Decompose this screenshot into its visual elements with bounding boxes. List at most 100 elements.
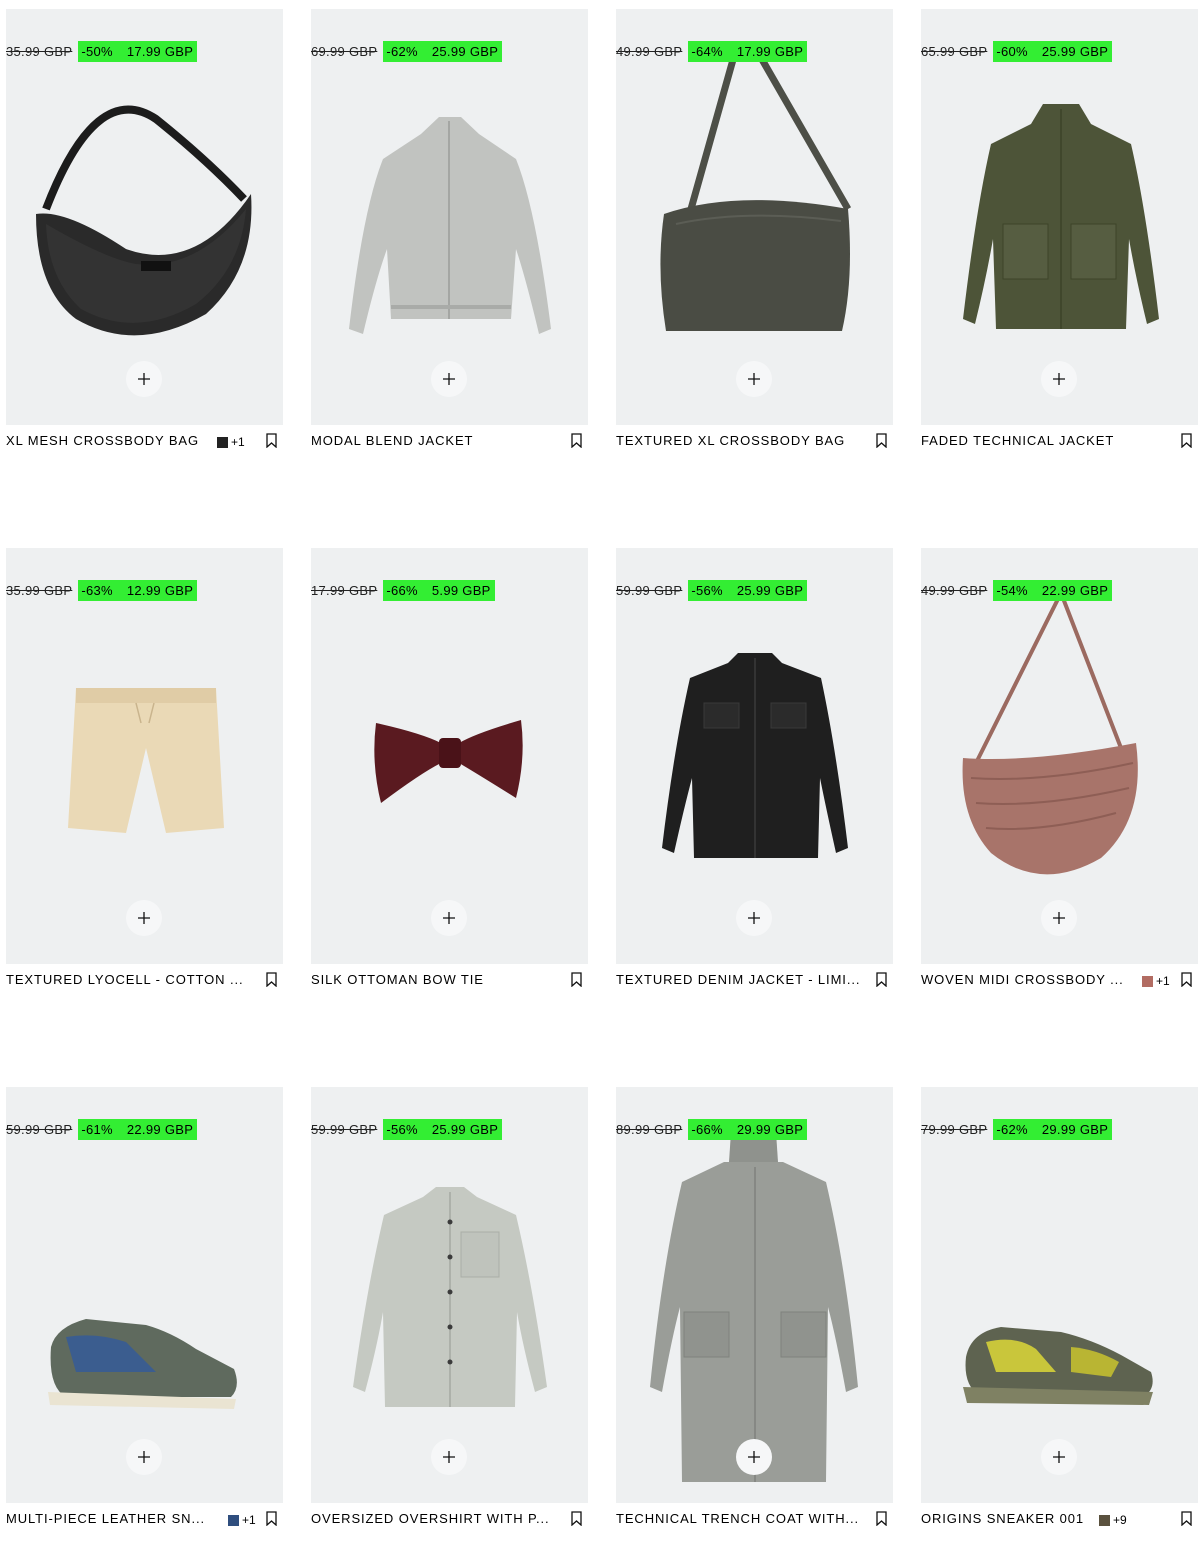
- bookmark-icon[interactable]: [876, 1511, 887, 1526]
- product-card[interactable]: WOVEN MIDI CROSSBODY ... +1 49.99 GBP -5…: [921, 548, 1198, 988]
- sale-price: 25.99 GBP: [736, 583, 804, 598]
- product-image[interactable]: [311, 9, 588, 425]
- plus-icon: [443, 1451, 455, 1463]
- product-card[interactable]: TEXTURED LYOCELL - COTTON ... 35.99 GBP …: [6, 548, 283, 988]
- original-price: 89.99 GBP: [616, 1122, 683, 1137]
- sale-badge: -63% 12.99 GBP: [78, 580, 198, 601]
- add-to-cart-button[interactable]: [736, 1439, 772, 1475]
- bookmark-icon[interactable]: [266, 1511, 277, 1526]
- add-to-cart-button[interactable]: [126, 361, 162, 397]
- product-image[interactable]: [6, 9, 283, 425]
- original-price: 17.99 GBP: [311, 583, 378, 598]
- bookmark-icon[interactable]: [1181, 1511, 1192, 1526]
- product-name[interactable]: TECHNICAL TRENCH COAT WITH...: [616, 1511, 859, 1527]
- sale-price: 25.99 GBP: [431, 44, 499, 59]
- product-name[interactable]: ORIGINS SNEAKER 001: [921, 1511, 1084, 1527]
- product-card[interactable]: TECHNICAL TRENCH COAT WITH... 89.99 GBP …: [616, 1087, 893, 1527]
- product-name[interactable]: XL MESH CROSSBODY BAG: [6, 433, 199, 449]
- sale-price: 25.99 GBP: [431, 1122, 499, 1137]
- discount: -61%: [81, 1122, 113, 1137]
- swatch-square: [228, 1514, 239, 1526]
- color-swatch[interactable]: +1: [217, 435, 245, 449]
- product-card[interactable]: XL MESH CROSSBODY BAG +1 35.99 GBP -50% 1…: [6, 9, 283, 449]
- add-to-cart-button[interactable]: [736, 900, 772, 936]
- discount: -60%: [996, 44, 1028, 59]
- bookmark-icon[interactable]: [1181, 972, 1192, 987]
- add-to-cart-button[interactable]: [736, 361, 772, 397]
- bookmark-icon[interactable]: [571, 1511, 582, 1526]
- plus-icon: [748, 1451, 760, 1463]
- bookmark-icon[interactable]: [266, 972, 277, 987]
- bookmark-icon[interactable]: [1181, 433, 1192, 448]
- add-to-cart-button[interactable]: [1041, 361, 1077, 397]
- product-card[interactable]: TEXTURED DENIM JACKET - LIMI... 59.99 GB…: [616, 548, 893, 988]
- add-to-cart-button[interactable]: [126, 1439, 162, 1475]
- price-row: 59.99 GBP -61% 22.99 GBP: [6, 1119, 198, 1140]
- plus-icon: [748, 373, 760, 385]
- product-name[interactable]: WOVEN MIDI CROSSBODY ...: [921, 972, 1124, 988]
- original-price: 49.99 GBP: [616, 44, 683, 59]
- bookmark-icon[interactable]: [876, 433, 887, 448]
- product-image[interactable]: [921, 9, 1198, 425]
- product-image[interactable]: [6, 548, 283, 964]
- product-image[interactable]: [616, 548, 893, 964]
- original-price: 49.99 GBP: [921, 583, 988, 598]
- add-to-cart-button[interactable]: [126, 900, 162, 936]
- product-image[interactable]: [6, 1087, 283, 1503]
- sale-price: 29.99 GBP: [1041, 1122, 1109, 1137]
- discount: -50%: [81, 44, 113, 59]
- product-name[interactable]: MODAL BLEND JACKET: [311, 433, 473, 449]
- product-card[interactable]: ORIGINS SNEAKER 001 +9 79.99 GBP -62% 29.…: [921, 1087, 1198, 1527]
- sale-price: 17.99 GBP: [126, 44, 194, 59]
- plus-icon: [443, 373, 455, 385]
- sale-badge: -60% 25.99 GBP: [993, 41, 1113, 62]
- discount: -56%: [386, 1122, 418, 1137]
- product-name[interactable]: SILK OTTOMAN BOW TIE: [311, 972, 484, 988]
- sale-badge: -56% 25.99 GBP: [383, 1119, 503, 1140]
- sale-badge: -66% 29.99 GBP: [688, 1119, 808, 1140]
- add-to-cart-button[interactable]: [1041, 1439, 1077, 1475]
- bookmark-icon[interactable]: [571, 433, 582, 448]
- product-card[interactable]: FADED TECHNICAL JACKET 65.99 GBP -60% 25.…: [921, 9, 1198, 449]
- product-card[interactable]: MODAL BLEND JACKET 69.99 GBP -62% 25.99 G…: [311, 9, 588, 449]
- price-row: 69.99 GBP -62% 25.99 GBP: [311, 41, 503, 62]
- bookmark-icon[interactable]: [266, 433, 277, 448]
- plus-icon: [138, 912, 150, 924]
- price-row: 49.99 GBP -54% 22.99 GBP: [921, 580, 1113, 601]
- product-name[interactable]: FADED TECHNICAL JACKET: [921, 433, 1114, 449]
- price-row: 89.99 GBP -66% 29.99 GBP: [616, 1119, 808, 1140]
- sale-badge: -62% 25.99 GBP: [383, 41, 503, 62]
- product-name[interactable]: OVERSIZED OVERSHIRT WITH P...: [311, 1511, 549, 1527]
- product-card[interactable]: SILK OTTOMAN BOW TIE 17.99 GBP -66% 5.99 …: [311, 548, 588, 988]
- product-image[interactable]: [616, 1087, 893, 1503]
- product-image[interactable]: [921, 548, 1198, 964]
- bookmark-icon[interactable]: [571, 972, 582, 987]
- original-price: 69.99 GBP: [311, 44, 378, 59]
- product-image[interactable]: [616, 9, 893, 425]
- color-swatch[interactable]: +9: [1099, 1513, 1127, 1527]
- plus-icon: [443, 912, 455, 924]
- product-card[interactable]: TEXTURED XL CROSSBODY BAG 49.99 GBP -64%…: [616, 9, 893, 449]
- product-name[interactable]: TEXTURED DENIM JACKET - LIMI...: [616, 972, 860, 988]
- swatch-more: +1: [1156, 974, 1170, 988]
- color-swatch[interactable]: +1: [1142, 974, 1170, 988]
- product-name[interactable]: TEXTURED LYOCELL - COTTON ...: [6, 972, 244, 988]
- product-image[interactable]: [921, 1087, 1198, 1503]
- product-image[interactable]: [311, 1087, 588, 1503]
- price-row: 35.99 GBP -50% 17.99 GBP: [6, 41, 198, 62]
- add-to-cart-button[interactable]: [1041, 900, 1077, 936]
- plus-icon: [1053, 912, 1065, 924]
- add-to-cart-button[interactable]: [431, 361, 467, 397]
- product-name[interactable]: TEXTURED XL CROSSBODY BAG: [616, 433, 845, 449]
- price-row: 79.99 GBP -62% 29.99 GBP: [921, 1119, 1113, 1140]
- sale-badge: -64% 17.99 GBP: [688, 41, 808, 62]
- product-image[interactable]: [311, 548, 588, 964]
- add-to-cart-button[interactable]: [431, 1439, 467, 1475]
- color-swatch[interactable]: +1: [228, 1513, 256, 1527]
- bookmark-icon[interactable]: [876, 972, 887, 987]
- add-to-cart-button[interactable]: [431, 900, 467, 936]
- product-card[interactable]: MULTI-PIECE LEATHER SN... +1 59.99 GBP -…: [6, 1087, 283, 1527]
- product-card[interactable]: OVERSIZED OVERSHIRT WITH P... 59.99 GBP …: [311, 1087, 588, 1527]
- product-name[interactable]: MULTI-PIECE LEATHER SN...: [6, 1511, 205, 1527]
- original-price: 59.99 GBP: [6, 1122, 73, 1137]
